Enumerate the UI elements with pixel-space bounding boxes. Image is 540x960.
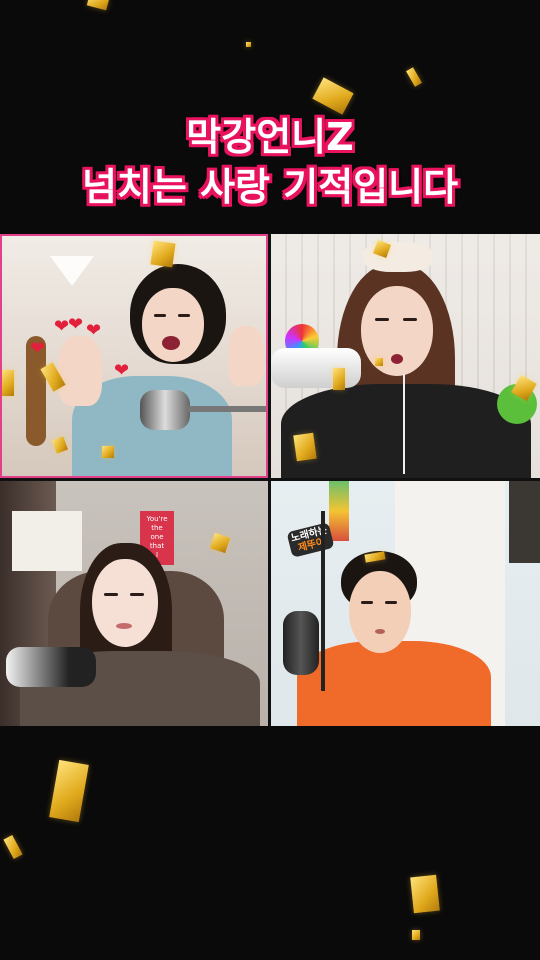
confetti-piece <box>2 370 14 396</box>
mic-arm <box>188 406 266 412</box>
confetti-piece <box>86 0 110 11</box>
participant-3 <box>0 481 268 726</box>
confetti-piece <box>293 432 317 462</box>
microphone-icon <box>140 390 190 430</box>
confetti-piece <box>410 874 440 914</box>
caption-title: 막강언니Z 넘치는 사랑 기적입니다 <box>0 112 540 212</box>
microphone-icon <box>283 611 319 675</box>
confetti-piece <box>102 446 114 458</box>
confetti-piece <box>49 759 89 823</box>
confetti-piece <box>406 67 422 87</box>
confetti-piece <box>246 42 251 47</box>
confetti-piece <box>3 834 23 860</box>
participant-4 <box>271 481 540 726</box>
heart-icon: ❤ <box>114 360 130 381</box>
confetti-piece <box>312 77 354 115</box>
video-grid: ❤ ❤ ❤ ❤ ❤ You're the one that I 노래하는 제뚜이 <box>0 234 540 726</box>
confetti-piece <box>412 930 420 940</box>
confetti-piece <box>333 368 345 390</box>
heart-icon: ❤ <box>54 316 70 337</box>
mic-stand <box>321 511 325 691</box>
video-panel-4[interactable]: 노래하는 제뚜이 <box>271 481 540 726</box>
microphone-icon <box>6 647 96 687</box>
confetti-piece <box>375 358 383 366</box>
raised-hand <box>58 336 102 406</box>
heart-icon: ❤ <box>30 338 46 359</box>
hair-bow <box>363 242 433 272</box>
confetti-piece <box>150 240 176 268</box>
video-panel-3[interactable]: You're the one that I w... <box>0 481 268 726</box>
caption-line-1: 막강언니Z <box>186 115 354 159</box>
heart-icon: ❤ <box>86 320 102 341</box>
video-panel-1[interactable]: ❤ ❤ ❤ ❤ ❤ <box>0 234 268 478</box>
microphone-icon <box>271 348 361 388</box>
heart-icon: ❤ <box>68 314 84 335</box>
video-panel-2[interactable] <box>271 234 540 478</box>
raised-hand <box>228 326 264 386</box>
earphone-wire <box>403 374 405 474</box>
caption-line-2: 넘치는 사랑 기적입니다 <box>81 165 459 209</box>
